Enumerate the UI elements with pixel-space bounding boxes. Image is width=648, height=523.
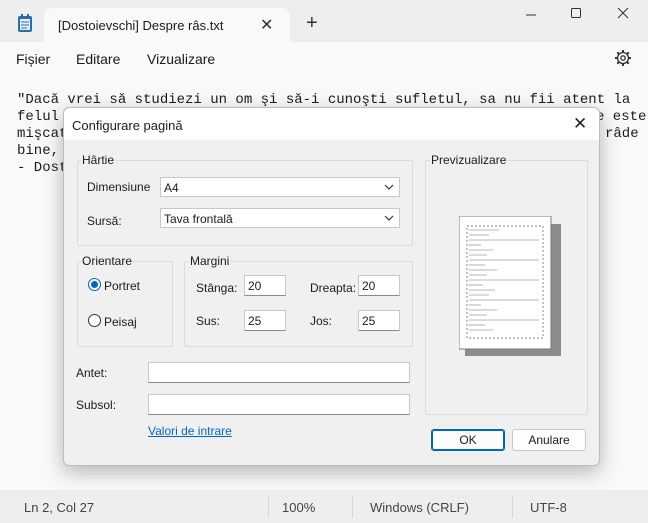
editor-line-tail: râde <box>605 126 639 142</box>
status-divider <box>512 496 513 518</box>
paper-group-label: Hârtie <box>81 153 116 167</box>
landscape-radio[interactable] <box>88 314 101 327</box>
dialog-title-bar: Configurare pagină ✕ <box>64 108 599 140</box>
paper-source-select[interactable]: Tava frontală <box>160 208 400 228</box>
close-icon[interactable]: ✕ <box>260 15 273 35</box>
header-label: Antet: <box>76 366 108 380</box>
gear-icon[interactable] <box>614 49 632 67</box>
paper-source-label: Sursă: <box>87 214 122 228</box>
menu-bar: Fișier Editare Vizualizare <box>0 42 648 76</box>
orientation-group-label: Orientare <box>81 254 134 268</box>
status-divider <box>352 496 353 518</box>
status-divider <box>268 496 269 518</box>
plus-icon[interactable]: + <box>306 13 318 33</box>
paper-size-label: Dimensiune <box>87 180 151 194</box>
portrait-radio[interactable] <box>88 278 101 291</box>
menu-file[interactable]: Fișier <box>16 51 50 67</box>
margin-right-label: Dreapta: <box>310 281 357 295</box>
paper-source-value: Tava frontală <box>164 212 233 226</box>
margins-group-label: Margini <box>189 254 231 268</box>
margin-top-value: 25 <box>248 314 262 328</box>
close-icon[interactable]: ✕ <box>573 114 587 134</box>
header-input[interactable] <box>148 362 410 383</box>
orientation-group <box>77 261 173 347</box>
preview-group-label: Previzualizare <box>430 153 508 167</box>
page-setup-dialog: Configurare pagină ✕ Hârtie Dimensiune A… <box>63 107 600 466</box>
margin-top-label: Sus: <box>196 314 221 328</box>
margin-left-input[interactable]: 20 <box>244 275 286 296</box>
margin-left-label: Stânga: <box>196 281 238 295</box>
footer-input[interactable] <box>148 394 410 415</box>
margin-bottom-value: 25 <box>362 314 376 328</box>
minimize-icon[interactable] <box>508 6 554 26</box>
status-position: Ln 2, Col 27 <box>24 500 95 515</box>
cancel-button[interactable]: Anulare <box>512 429 586 451</box>
dialog-title: Configurare pagină <box>72 118 183 133</box>
editor-line: mişcat <box>17 126 68 142</box>
ok-button[interactable]: OK <box>431 429 505 451</box>
page-preview <box>458 215 561 356</box>
margin-right-value: 20 <box>362 279 376 293</box>
editor-line: felul <box>17 109 60 125</box>
paper-group <box>77 160 413 246</box>
editor-line: - Dost <box>17 160 68 176</box>
editor-line: bine, <box>17 143 60 159</box>
status-zoom: 100% <box>282 500 316 515</box>
landscape-label: Peisaj <box>104 315 137 329</box>
title-bar: [Dostoievschi] Despre râs.txt ✕ + <box>0 0 648 44</box>
margin-bottom-input[interactable]: 25 <box>358 310 400 331</box>
window-close-icon[interactable] <box>600 6 646 26</box>
paper-size-value: A4 <box>164 181 179 195</box>
tab-title: [Dostoievschi] Despre râs.txt <box>58 18 224 33</box>
status-encoding: UTF-8 <box>530 500 567 515</box>
margin-right-input[interactable]: 20 <box>358 275 400 296</box>
margin-bottom-label: Jos: <box>310 314 333 328</box>
notepad-icon <box>17 13 33 33</box>
margins-group <box>184 261 413 347</box>
footer-label: Subsol: <box>76 398 117 412</box>
chevron-down-icon <box>384 184 394 190</box>
status-line-ending: Windows (CRLF) <box>370 500 469 515</box>
margin-left-value: 20 <box>248 279 262 293</box>
chevron-down-icon <box>384 215 394 221</box>
maximize-icon[interactable] <box>553 6 599 26</box>
input-values-link[interactable]: Valori de intrare <box>148 424 232 438</box>
margin-top-input[interactable]: 25 <box>244 310 286 331</box>
menu-edit[interactable]: Editare <box>76 51 120 67</box>
editor-line-tail: e este <box>596 109 647 125</box>
portrait-label: Portret <box>104 279 141 293</box>
status-bar: Ln 2, Col 27 100% Windows (CRLF) UTF-8 <box>0 490 648 523</box>
paper-size-select[interactable]: A4 <box>160 177 400 197</box>
menu-view[interactable]: Vizualizare <box>147 51 215 67</box>
tab-document[interactable]: [Dostoievschi] Despre râs.txt ✕ <box>44 8 290 42</box>
